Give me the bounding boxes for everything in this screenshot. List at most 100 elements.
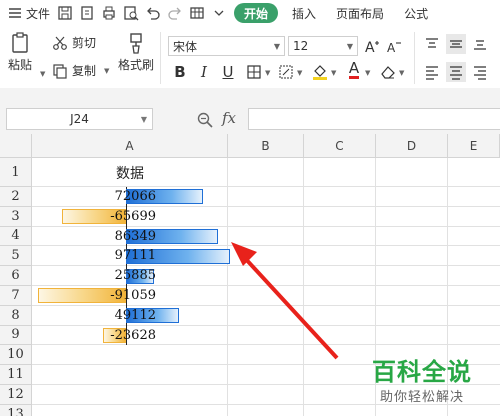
align-center-icon xyxy=(450,66,462,80)
paintbrush-icon xyxy=(130,33,142,54)
row-header-3[interactable]: 3 xyxy=(0,206,32,227)
column-header-a[interactable]: A xyxy=(32,134,228,158)
underline-button[interactable]: U xyxy=(218,62,238,82)
zoom-icon[interactable] xyxy=(196,111,214,129)
format-painter-button[interactable]: 格式刷 xyxy=(118,32,154,73)
name-box-value: J24 xyxy=(70,112,89,126)
column-header-c[interactable]: C xyxy=(304,134,376,158)
paste-label: 粘贴 xyxy=(8,58,33,72)
fill-pattern-caret-icon[interactable]: ▼ xyxy=(297,69,302,77)
column-header-b[interactable]: B xyxy=(228,134,304,158)
watermark-logo: 百科全说 助你轻松解决 xyxy=(366,350,496,412)
ribbon-gap xyxy=(0,88,500,104)
paste-button[interactable]: 粘贴 xyxy=(8,32,32,73)
clear-format-button[interactable] xyxy=(378,62,398,82)
print-icon[interactable] xyxy=(100,4,118,22)
column-header-d[interactable]: D xyxy=(376,134,448,158)
watermark-subtitle: 助你轻松解决 xyxy=(380,390,465,405)
row-header-7[interactable]: 7 xyxy=(0,286,32,306)
cell-a2-value[interactable]: 72066 xyxy=(64,188,156,206)
copy-label: 复制 xyxy=(72,64,97,78)
cell-a6-value[interactable]: 25885 xyxy=(64,267,156,285)
italic-button[interactable]: I xyxy=(194,62,214,82)
fill-color-caret-icon[interactable]: ▼ xyxy=(331,69,336,77)
font-name-select[interactable]: 宋体 ▼ xyxy=(168,36,285,56)
cell-a9-value[interactable]: -23628 xyxy=(64,327,156,345)
fill-color-button[interactable] xyxy=(310,62,330,82)
cell-a4-value[interactable]: 86349 xyxy=(64,228,156,246)
formula-input[interactable] xyxy=(248,108,500,130)
cut-button[interactable]: 剪切 xyxy=(52,34,96,51)
cell-a8-value[interactable]: 49112 xyxy=(64,307,156,325)
border-icon xyxy=(247,65,261,79)
row-header-13[interactable]: 13 xyxy=(0,404,32,416)
shrink-font-button[interactable]: A xyxy=(384,36,404,56)
align-bottom-button[interactable] xyxy=(470,34,490,54)
fill-pattern-icon xyxy=(279,65,293,79)
more-dropdown-icon[interactable] xyxy=(210,4,228,22)
row-header-9[interactable]: 9 xyxy=(0,325,32,346)
row-header-5[interactable]: 5 xyxy=(0,246,32,267)
align-top-icon xyxy=(426,38,438,48)
cell-a3-value[interactable]: -65699 xyxy=(64,208,156,226)
fx-button[interactable]: fx xyxy=(222,109,236,127)
font-color-caret-icon[interactable]: ▼ xyxy=(365,69,370,77)
row-header-4[interactable]: 4 xyxy=(0,226,32,247)
print-preview-icon[interactable] xyxy=(122,4,140,22)
eraser-icon xyxy=(381,66,395,79)
align-middle-button[interactable] xyxy=(446,34,466,54)
tab-formulas[interactable]: 公式 xyxy=(394,0,438,26)
border-caret-icon[interactable]: ▼ xyxy=(265,69,270,77)
row-header-10[interactable]: 10 xyxy=(0,345,32,366)
name-box[interactable]: J24 ▼ xyxy=(6,108,153,130)
file-menu[interactable]: 文件 xyxy=(0,0,54,26)
row-header-6[interactable]: 6 xyxy=(0,266,32,286)
grow-font-icon: A xyxy=(365,40,379,54)
fill-pattern-button[interactable] xyxy=(276,62,296,82)
tab-insert[interactable]: 插入 xyxy=(282,0,326,26)
row-header-8[interactable]: 8 xyxy=(0,305,32,326)
copy-icon xyxy=(53,63,67,79)
formula-bar: J24 ▼ fx xyxy=(0,104,500,134)
align-bottom-icon xyxy=(474,40,486,50)
border-button[interactable] xyxy=(244,62,264,82)
copy-caret-icon[interactable]: ▼ xyxy=(104,67,109,75)
table-style-icon[interactable] xyxy=(188,4,206,22)
cell-a1-header[interactable]: 数据 xyxy=(32,158,228,187)
cell-a5-value[interactable]: 97111 xyxy=(64,247,156,265)
export-icon[interactable] xyxy=(78,4,96,22)
font-size-select[interactable]: 12 ▼ xyxy=(288,36,358,56)
copy-button[interactable]: 复制 xyxy=(52,62,96,79)
tab-page-layout[interactable]: 页面布局 xyxy=(326,0,394,26)
align-right-icon xyxy=(474,66,486,80)
shrink-font-icon: A xyxy=(387,41,401,54)
grow-font-button[interactable]: A xyxy=(362,36,382,56)
font-color-button[interactable]: A xyxy=(344,60,364,80)
format-painter-label: 格式刷 xyxy=(118,58,155,72)
cell-a7-value[interactable]: -91059 xyxy=(64,287,156,305)
row-header-2[interactable]: 2 xyxy=(0,187,32,207)
tab-start[interactable]: 开始 xyxy=(234,3,279,23)
paint-bucket-icon xyxy=(313,65,327,80)
row-header-12[interactable]: 12 xyxy=(0,385,32,405)
column-header-e[interactable]: E xyxy=(448,134,500,158)
align-center-button[interactable] xyxy=(446,62,466,82)
red-arrow-annotation xyxy=(231,242,339,360)
row-gridline xyxy=(32,225,500,227)
row-header-1[interactable]: 1 xyxy=(0,158,32,187)
file-menu-label: 文件 xyxy=(26,6,51,21)
bold-button[interactable]: B xyxy=(170,62,190,82)
undo-icon[interactable] xyxy=(144,4,162,22)
ribbon-separator xyxy=(414,32,415,84)
row-header-11[interactable]: 11 xyxy=(0,365,32,385)
paste-caret-icon[interactable]: ▼ xyxy=(40,70,45,78)
save-icon[interactable] xyxy=(56,4,74,22)
align-top-button[interactable] xyxy=(422,34,442,54)
redo-icon[interactable] xyxy=(166,4,184,22)
align-right-button[interactable] xyxy=(470,62,490,82)
select-all-corner[interactable] xyxy=(0,134,32,158)
align-left-button[interactable] xyxy=(422,62,442,82)
align-left-icon xyxy=(426,66,438,80)
chevron-down-icon: ▼ xyxy=(346,42,353,51)
clear-format-caret-icon[interactable]: ▼ xyxy=(399,69,404,77)
